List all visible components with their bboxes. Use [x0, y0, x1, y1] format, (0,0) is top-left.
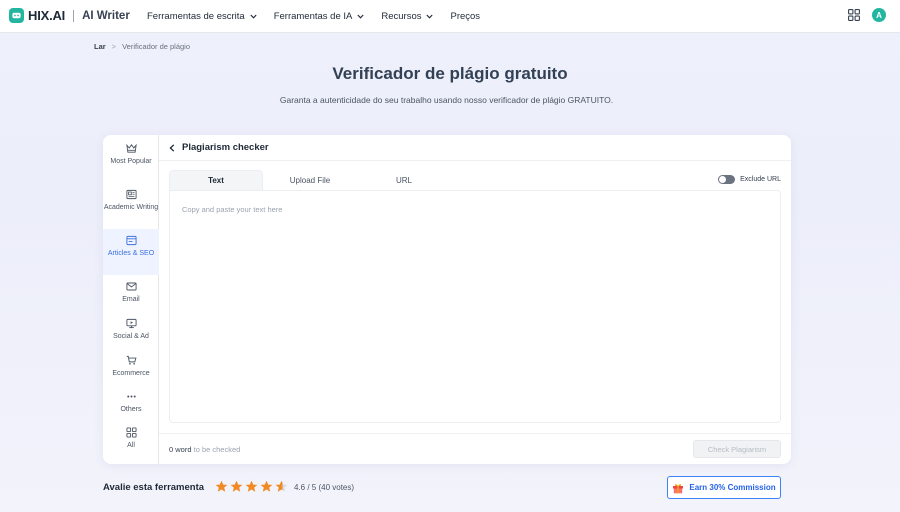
word-count: 0 word to be checked — [169, 445, 240, 454]
half-star-icon[interactable] — [275, 480, 288, 493]
tab-upload-file[interactable]: Upload File — [263, 170, 357, 190]
word-count-suffix: to be checked — [193, 445, 241, 454]
star-icon[interactable] — [245, 480, 258, 493]
nav-ferramentas-de-ia[interactable]: Ferramentas de IA — [274, 11, 365, 22]
dots-icon — [126, 395, 136, 398]
tool-title: Plagiarism checker — [182, 142, 269, 153]
chevron-down-icon — [250, 14, 257, 19]
exclude-url-toggle[interactable] — [718, 175, 736, 184]
gift-icon — [673, 483, 684, 493]
breadcrumb-separator: > — [111, 42, 117, 51]
browser-icon — [125, 235, 137, 246]
sidebar-item-label: All — [127, 442, 135, 449]
brand-divider — [73, 9, 75, 22]
nav-item-label: Recursos — [381, 11, 422, 22]
nav-recursos[interactable]: Recursos — [381, 11, 434, 22]
tool-card: Most Popular Academic Writing Articles &… — [103, 135, 791, 464]
logo[interactable]: HIX.AI AI Writer — [9, 8, 130, 23]
check-plagiarism-button[interactable]: Check Plagiarism — [693, 440, 781, 458]
sidebar-item-label: Social & Ad — [113, 333, 149, 340]
sidebar-item-label: Ecommerce — [112, 370, 150, 377]
tab-url[interactable]: URL — [357, 170, 451, 190]
tab-text[interactable]: Text — [169, 170, 263, 190]
nav-item-label: Ferramentas de IA — [273, 11, 353, 22]
sidebar-item-all[interactable]: All — [103, 421, 159, 464]
star-rating[interactable] — [215, 480, 290, 493]
mail-icon — [125, 282, 137, 291]
category-sidebar: Most Popular Academic Writing Articles &… — [103, 135, 159, 464]
star-icon[interactable] — [215, 480, 228, 493]
rating-score-text: 4.6 / 5 (40 votes) — [294, 483, 355, 492]
word-count-value: 0 word — [169, 445, 192, 454]
avatar[interactable]: A — [872, 8, 886, 22]
newspaper-icon — [125, 189, 137, 200]
sidebar-item-label: Email — [122, 296, 140, 303]
plagiarism-text-input[interactable] — [170, 191, 780, 422]
tool-footer: 0 word to be checked Check Plagiarism — [159, 433, 791, 464]
exclude-url-label: Exclude URL — [740, 176, 781, 183]
cart-icon — [126, 355, 137, 365]
tool-header: Plagiarism checker — [159, 135, 791, 161]
earn-commission-button[interactable]: Earn 30% Commission — [667, 476, 781, 499]
monitor-icon — [125, 318, 137, 329]
breadcrumb-current: Verificador de plágio — [122, 42, 191, 51]
rating-label: Avalie esta ferramenta — [103, 482, 205, 493]
hix-logo-icon — [9, 8, 24, 23]
nav-item-label: Preços — [450, 11, 481, 22]
sidebar-item-label: Articles & SEO — [107, 250, 155, 257]
exclude-url-control: Exclude URL — [718, 175, 781, 184]
earn-commission-label: Earn 30% Commission — [689, 483, 776, 492]
chevron-down-icon — [357, 14, 364, 19]
chevron-down-icon — [426, 14, 434, 19]
top-right-actions: A — [848, 8, 886, 22]
text-input-area — [169, 190, 781, 423]
breadcrumb-home[interactable]: Lar — [94, 42, 106, 51]
sidebar-item-articles-seo[interactable]: Articles & SEO — [103, 229, 159, 275]
input-tabs: Text Upload File URL — [169, 170, 451, 190]
apps-grid-icon[interactable] — [848, 9, 860, 21]
breadcrumb: Lar > Verificador de plágio — [94, 42, 190, 51]
product-name: AI Writer — [82, 9, 130, 22]
sidebar-item-label: Most Popular — [110, 158, 152, 165]
sidebar-item-academic-writing[interactable]: Academic Writing — [103, 183, 159, 229]
back-chevron-icon[interactable] — [169, 143, 175, 152]
page-subtitle: Garanta a autenticidade do seu trabalho … — [279, 95, 614, 105]
nav-precos[interactable]: Preços — [450, 11, 480, 22]
top-navbar: HIX.AI AI Writer Ferramentas de escrita … — [0, 0, 900, 33]
sidebar-item-label: Academic Writing — [103, 204, 159, 211]
star-icon[interactable] — [260, 480, 273, 493]
star-icon[interactable] — [230, 480, 243, 493]
nav-item-label: Ferramentas de escrita — [147, 11, 245, 22]
grid-icon — [125, 427, 137, 438]
page-title: Verificador de plágio gratuito — [332, 64, 568, 83]
main-nav: Ferramentas de escrita Ferramentas de IA… — [147, 0, 497, 33]
crown-icon — [125, 143, 137, 153]
sidebar-item-label: Others — [120, 406, 142, 413]
sidebar-item-most-popular[interactable]: Most Popular — [103, 137, 159, 183]
brand-name: HIX.AI — [28, 8, 66, 23]
nav-ferramentas-de-escrita[interactable]: Ferramentas de escrita — [147, 11, 257, 22]
